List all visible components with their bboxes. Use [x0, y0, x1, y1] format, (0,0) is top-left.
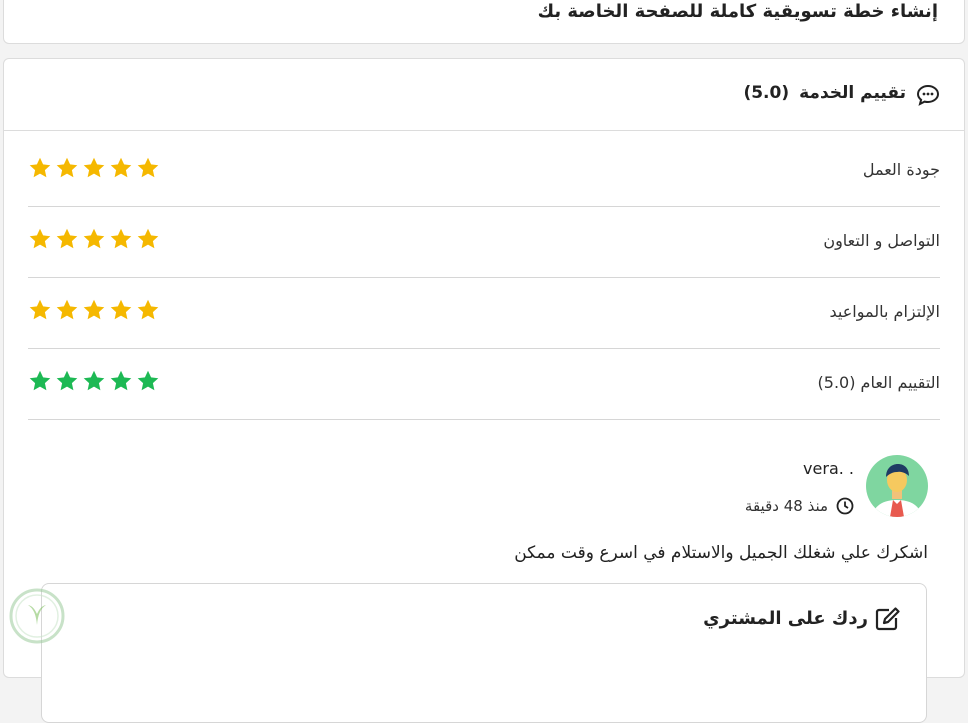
star-rating: [28, 298, 160, 322]
star-icon: [83, 299, 105, 320]
service-title: إنشاء خطة تسويقية كاملة للصفحة الخاصة بك: [537, 1, 938, 22]
rating-card: تقييم الخدمة (5.0) جودة العمل التواصل و …: [3, 58, 965, 723]
star-icon: [56, 228, 78, 249]
star-icon: [83, 370, 105, 391]
review-comment: اشكرك علي شغلك الجميل والاستلام في اسرع …: [514, 543, 928, 563]
star-rating: [28, 227, 160, 251]
rating-row-communication: التواصل و التعاون: [28, 207, 940, 278]
star-icon: [110, 299, 132, 320]
star-icon: [110, 228, 132, 249]
edit-icon: [875, 607, 900, 631]
star-icon: [56, 299, 78, 320]
star-icon: [110, 370, 132, 391]
star-icon: [83, 228, 105, 249]
user-avatar: [866, 455, 928, 517]
star-icon: [29, 157, 51, 178]
star-icon: [56, 157, 78, 178]
review-time: منذ 48 دقيقة: [744, 497, 828, 515]
star-icon: [56, 370, 78, 391]
clock-icon: [836, 497, 854, 515]
star-icon: [137, 370, 159, 391]
star-icon: [137, 299, 159, 320]
star-icon: [83, 157, 105, 178]
rating-row-quality: جودة العمل: [28, 136, 940, 207]
rating-title: تقييم الخدمة: [799, 83, 906, 103]
star-icon: [29, 370, 51, 391]
reviewer-name[interactable]: vera. .: [803, 459, 854, 478]
rating-label: التقييم العام (5.0): [817, 373, 940, 392]
star-icon: [137, 228, 159, 249]
rating-label: جودة العمل: [862, 160, 940, 179]
rating-row-overall: التقييم العام (5.0): [28, 349, 940, 420]
star-rating: [28, 156, 160, 180]
service-title-card: إنشاء خطة تسويقية كاملة للصفحة الخاصة بك: [3, 0, 965, 44]
rating-score: (5.0): [743, 83, 790, 103]
star-icon: [29, 299, 51, 320]
reply-box[interactable]: ردك على المشتري: [41, 583, 927, 723]
rating-label: التواصل و التعاون: [823, 231, 940, 250]
star-rating: [28, 369, 160, 393]
chat-bubble-icon: [916, 84, 940, 106]
watermark-logo: [9, 588, 65, 644]
star-icon: [137, 157, 159, 178]
star-icon: [110, 157, 132, 178]
rating-row-deadlines: الإلتزام بالمواعيد: [28, 278, 940, 349]
rating-header: تقييم الخدمة (5.0): [4, 59, 964, 131]
reply-label[interactable]: ردك على المشتري: [703, 608, 868, 629]
rating-label: الإلتزام بالمواعيد: [829, 302, 940, 321]
star-icon: [29, 228, 51, 249]
